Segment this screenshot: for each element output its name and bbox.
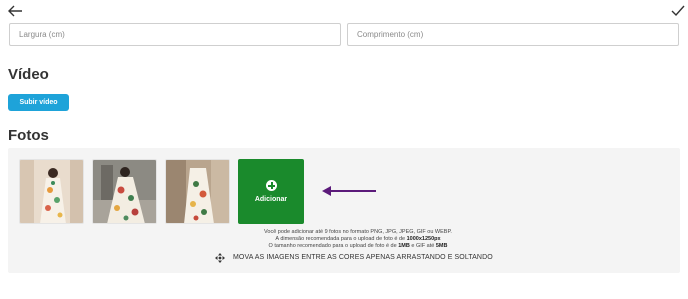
plus-circle-icon — [266, 180, 277, 191]
annotation-arrow-icon — [322, 186, 376, 196]
top-bar — [0, 0, 688, 22]
drag-hint-text: MOVA AS IMAGENS ENTRE AS CORES APENAS AR… — [233, 254, 493, 261]
length-input[interactable] — [347, 23, 679, 46]
photo-dimension-info: A dimensão recomendada para o upload de … — [275, 236, 441, 242]
photos-panel: Adicionar Você pode adicionar até 9 foto… — [8, 148, 680, 273]
photo-thumbnail-2[interactable] — [92, 159, 157, 224]
photo-thumbnail-1[interactable] — [19, 159, 84, 224]
upload-video-button[interactable]: Subir vídeo — [8, 94, 69, 111]
photo-thumbnail-3[interactable] — [165, 159, 230, 224]
photo-format-info: Você pode adicionar até 9 fotos no forma… — [264, 229, 452, 235]
photo-size-info: O tamanho recomendado para o upload de f… — [268, 243, 448, 249]
move-arrows-icon — [215, 253, 225, 263]
add-photo-label: Adicionar — [254, 196, 288, 203]
photos-section-title: Fotos — [8, 127, 49, 144]
add-photo-button[interactable]: Adicionar — [238, 159, 304, 224]
checkmark-icon[interactable] — [670, 3, 686, 19]
width-input[interactable] — [9, 23, 341, 46]
arrow-left-icon[interactable] — [6, 3, 24, 19]
video-section-title: Vídeo — [8, 66, 49, 83]
